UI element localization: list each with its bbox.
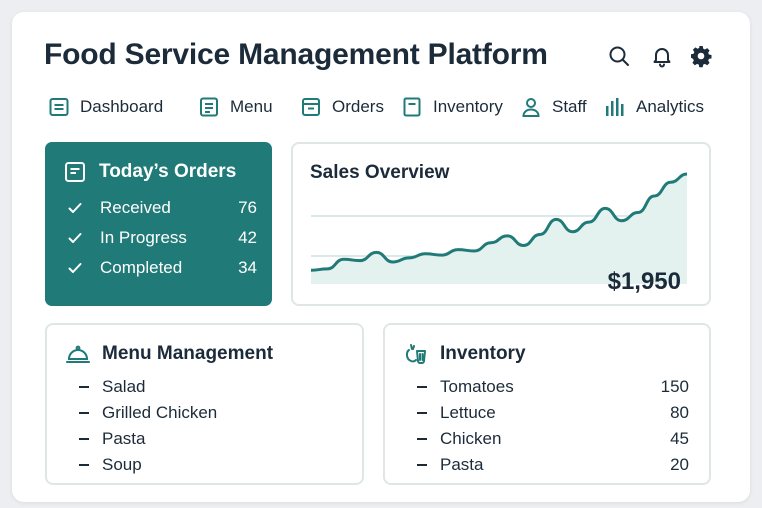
inventory-item-qty: 80 — [670, 403, 689, 422]
nav-item-staff[interactable]: Staff — [520, 94, 587, 120]
nav-item-label: Inventory — [433, 97, 503, 116]
sales-overview-card[interactable]: Sales Overview $1,950 — [291, 142, 711, 306]
status-label: In Progress — [100, 228, 187, 247]
orders-icon — [65, 162, 85, 182]
inventory-item[interactable]: Chicken 45 — [417, 428, 689, 450]
inventory-item-name: Tomatoes — [440, 377, 514, 396]
inventory-card[interactable]: Inventory Tomatoes 150 Lettuce 80 Chicken 4… — [383, 323, 711, 485]
nav-item-label: Staff — [552, 97, 587, 116]
inventory-item-qty: 150 — [660, 377, 689, 396]
inventory-item[interactable]: Tomatoes 150 — [417, 376, 689, 398]
menu-item-name: Salad — [102, 377, 146, 396]
order-status-row: Received 76 — [67, 197, 257, 219]
check-icon — [68, 203, 82, 213]
nav-item-label: Menu — [230, 97, 273, 116]
check-icon — [68, 233, 82, 243]
nav-item-orders[interactable]: Orders — [300, 94, 384, 120]
bell-icon[interactable] — [650, 44, 674, 68]
page-title: Food Service Management Platform — [44, 38, 548, 71]
gear-icon[interactable] — [689, 44, 713, 68]
search-icon[interactable] — [607, 44, 631, 68]
nav-item-label: Dashboard — [80, 97, 164, 116]
status-label: Received — [100, 198, 171, 217]
inventory-item[interactable]: Pasta 20 — [417, 454, 689, 476]
menu-item-name: Soup — [102, 455, 142, 474]
staff-icon — [522, 98, 540, 117]
cloche-icon — [66, 345, 90, 363]
card-title: Today’s Orders — [99, 161, 237, 182]
inventory-item[interactable]: Lettuce 80 — [417, 402, 689, 424]
status-count: 76 — [238, 198, 257, 217]
nav-item-label: Analytics — [636, 97, 705, 116]
menu-management-card[interactable]: Menu Management Salad Grilled Chicken Pa… — [45, 323, 364, 485]
menu-item[interactable]: Pasta — [79, 428, 145, 450]
produce-icon — [405, 344, 426, 364]
inventory-item-qty: 45 — [670, 429, 689, 448]
analytics-icon — [606, 98, 624, 116]
order-status-row: In Progress 42 — [67, 227, 257, 249]
menu-item[interactable]: Salad — [79, 376, 145, 398]
nav-item-inventory[interactable]: Inventory — [401, 94, 503, 120]
nav-item-dashboard[interactable]: Dashboard — [48, 94, 163, 120]
inventory-item-name: Chicken — [440, 429, 502, 448]
card-title: Sales Overview — [310, 162, 450, 183]
order-status-row: Completed 34 — [67, 257, 257, 279]
check-icon — [68, 263, 82, 273]
menu-item-name: Grilled Chicken — [102, 403, 218, 422]
inventory-item-name: Pasta — [440, 455, 484, 474]
status-label: Completed — [100, 258, 183, 277]
status-count: 34 — [238, 258, 257, 277]
main-nav: Dashboard Menu Orders Inventory Staff An… — [46, 94, 726, 120]
status-count: 42 — [238, 228, 257, 247]
card-title: Menu Management — [102, 343, 274, 364]
menu-item-name: Pasta — [102, 429, 146, 448]
dashboard-icon — [49, 98, 69, 116]
orders-icon — [302, 98, 320, 116]
card-title: Inventory — [440, 343, 526, 364]
menu-item[interactable]: Grilled Chicken — [79, 402, 217, 424]
inventory-item-name: Lettuce — [440, 403, 496, 422]
todays-orders-card[interactable]: Today’s Orders Received 76 In Progress 4… — [45, 142, 272, 306]
menu-item[interactable]: Soup — [79, 454, 142, 476]
inventory-icon — [403, 97, 421, 117]
nav-item-menu[interactable]: Menu — [198, 94, 273, 120]
sales-total: $1,950 — [607, 268, 681, 295]
nav-item-label: Orders — [332, 97, 384, 116]
inventory-item-qty: 20 — [670, 455, 689, 474]
menu-icon — [200, 97, 218, 117]
nav-item-analytics[interactable]: Analytics — [604, 94, 704, 120]
